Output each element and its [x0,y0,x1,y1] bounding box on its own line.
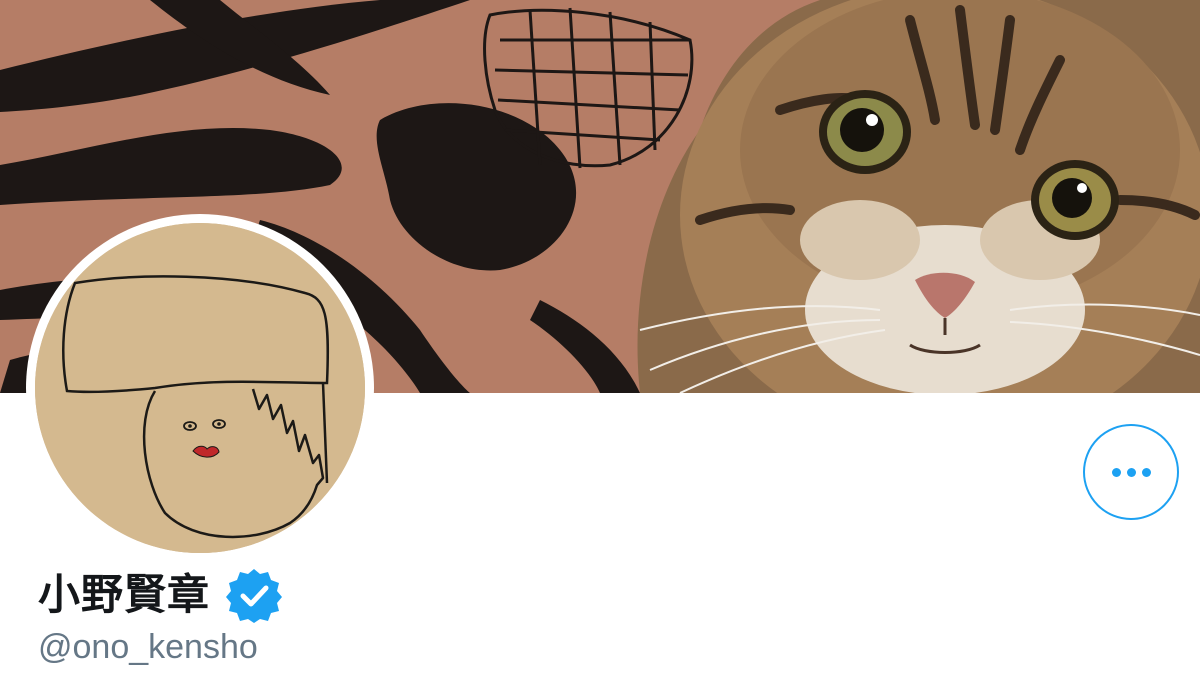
more-options-button[interactable] [1083,424,1179,520]
profile-avatar[interactable] [26,214,374,562]
profile-name-row: 小野賢章 [38,566,284,624]
verified-badge-icon [226,569,283,623]
avatar-image [35,223,365,553]
profile-handle: @ono_kensho [38,628,258,666]
display-name: 小野賢章 [38,570,211,619]
more-options-icon [1111,467,1151,477]
